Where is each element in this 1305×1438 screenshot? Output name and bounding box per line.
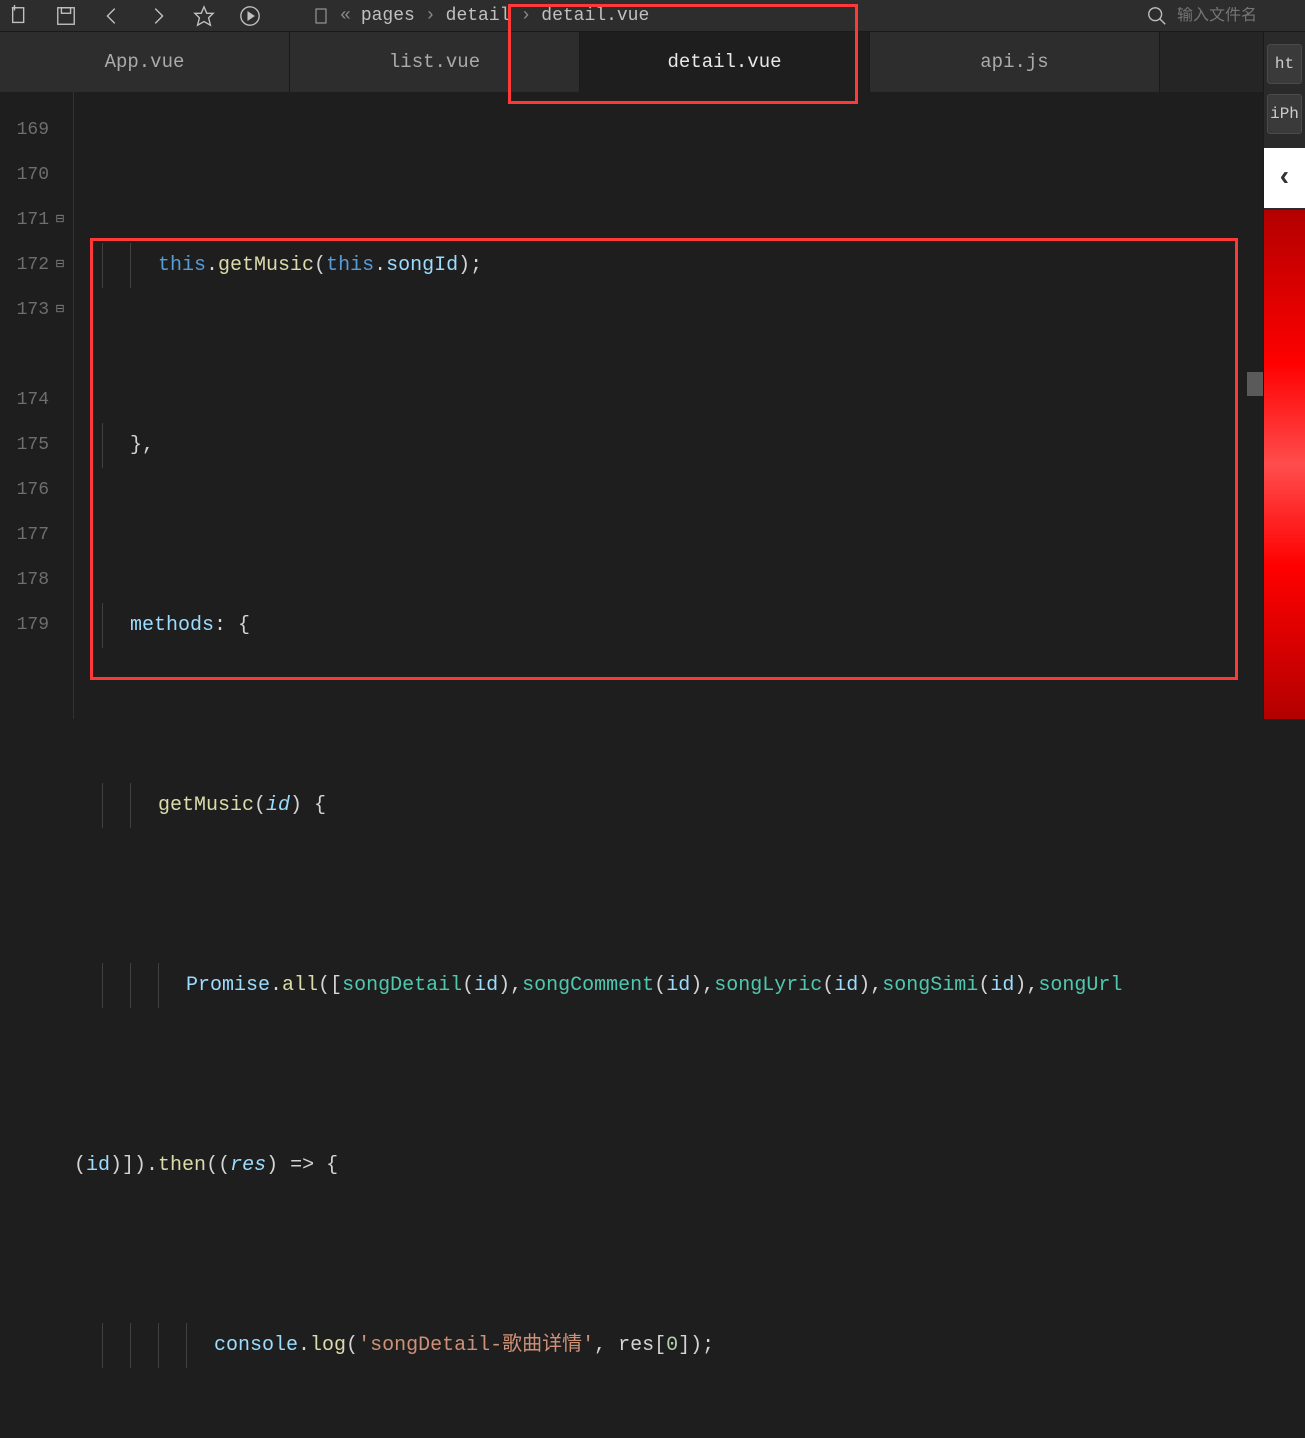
tab-detail-vue[interactable]: detail.vue xyxy=(580,32,870,92)
breadcrumb-segment[interactable]: pages xyxy=(361,6,415,26)
code-line[interactable]: Promise.all([songDetail(id),songComment(… xyxy=(74,963,1305,1008)
add-file-icon[interactable] xyxy=(8,4,32,28)
fold-icon[interactable]: ⊟ xyxy=(53,198,67,243)
side-btn-ht[interactable]: ht xyxy=(1267,44,1302,84)
code-line[interactable]: methods: { xyxy=(74,603,1305,648)
preview-area xyxy=(1264,210,1305,719)
breadcrumb-segment[interactable]: detail.vue xyxy=(541,6,649,26)
save-icon[interactable] xyxy=(54,4,78,28)
code-line[interactable]: this.getMusic(this.songId); xyxy=(74,243,1305,288)
tab-api-js[interactable]: api.js xyxy=(870,32,1160,92)
fold-icon[interactable]: ⊟ xyxy=(53,243,67,288)
fold-icon[interactable]: ⊟ xyxy=(53,288,67,333)
chevron-left-icon: « xyxy=(340,6,351,26)
preview-back-icon[interactable]: ‹ xyxy=(1264,148,1305,208)
code-line[interactable]: (id)]).then((res) => { xyxy=(74,1143,1305,1188)
side-panel: We ht iPh ‹ xyxy=(1263,32,1305,719)
back-icon[interactable] xyxy=(100,4,124,28)
code-line[interactable]: console.log('songDetail-歌曲详情', res[0]); xyxy=(74,1323,1305,1368)
search-icon[interactable] xyxy=(1145,4,1169,28)
editor-tabs: App.vue list.vue detail.vue api.js We xyxy=(0,32,1305,92)
play-icon[interactable] xyxy=(238,4,262,28)
code-content[interactable]: this.getMusic(this.songId); }, methods: … xyxy=(74,92,1305,719)
code-editor[interactable]: 169 170 171⊟ 172⊟ 173⊟ 174 175 176 177 1… xyxy=(0,92,1305,719)
breadcrumb: « pages › detail › detail.vue xyxy=(314,6,649,26)
code-line[interactable]: }, xyxy=(74,423,1305,468)
toolbar: « pages › detail › detail.vue xyxy=(0,0,1305,32)
file-icon xyxy=(314,8,330,24)
tab-app-vue[interactable]: App.vue xyxy=(0,32,290,92)
tab-list-vue[interactable]: list.vue xyxy=(290,32,580,92)
star-icon[interactable] xyxy=(192,4,216,28)
chevron-right-icon: › xyxy=(425,6,436,26)
chevron-right-icon: › xyxy=(520,6,531,26)
file-search xyxy=(1145,4,1297,28)
forward-icon[interactable] xyxy=(146,4,170,28)
breadcrumb-segment[interactable]: detail xyxy=(446,6,511,26)
side-btn-iph[interactable]: iPh xyxy=(1267,94,1302,134)
code-line[interactable]: getMusic(id) { xyxy=(74,783,1305,828)
search-input[interactable] xyxy=(1177,7,1297,25)
scrollbar-thumb[interactable] xyxy=(1247,372,1263,396)
line-gutter: 169 170 171⊟ 172⊟ 173⊟ 174 175 176 177 1… xyxy=(0,92,74,719)
